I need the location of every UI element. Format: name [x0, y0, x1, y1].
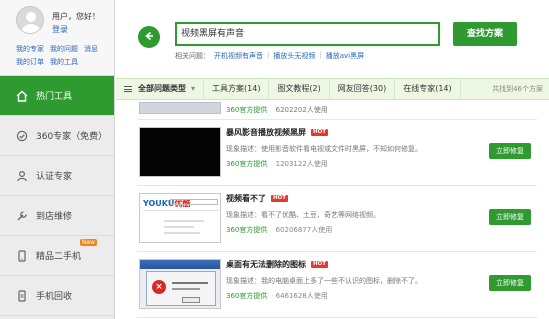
tab-all-types[interactable]: 全部问题类型 ▾: [116, 78, 205, 100]
tab-tutorials[interactable]: 图文教程(2): [269, 78, 330, 100]
list-item: YOUKU优酷 视频看不了 HOT 现象描述：看不了优酷、土豆、奇艺等网络视频。…: [137, 186, 537, 252]
certified-user-icon: [16, 170, 28, 182]
sidebar-item-store-repair[interactable]: 到店维修: [0, 196, 114, 236]
result-thumbnail[interactable]: [139, 127, 221, 177]
sidebar-item-label: 热门工具: [36, 92, 73, 102]
result-count: 共找到46个方案: [492, 85, 543, 93]
sidebar-item-hot-tools[interactable]: 热门工具: [0, 76, 114, 116]
result-info: 桌面有无法删除的图标 HOT 现象描述：我的电脑桌面上多了一些不认识的图标，删除…: [226, 259, 486, 301]
result-meta: 360官方提供 6461628人使用: [226, 291, 486, 301]
my-orders-link[interactable]: 我的订单: [16, 57, 44, 67]
back-button[interactable]: [138, 26, 160, 48]
result-meta: 360官方提供 60206877人使用: [226, 225, 486, 235]
result-source: 360官方提供: [226, 226, 268, 234]
result-title[interactable]: 视频看不了 HOT: [226, 193, 486, 204]
left-sidebar: 用户，您好！ 登录 我的专家 我的问题 消息 我的订单 我的工具 热门工具 36…: [0, 0, 115, 319]
expert-icon: [16, 130, 28, 142]
result-source: 360官方提供: [226, 106, 268, 114]
separator: |: [267, 51, 270, 59]
list-item: 暴风影音播放视频黑屏 HOT 现象描述：使用影音软件看电视或文件时黑屏，不知如何…: [137, 120, 537, 186]
sidebar-item-label: 精品二手机: [36, 252, 82, 262]
fix-now-button[interactable]: 立即修复: [489, 143, 531, 159]
hot-badge: HOT: [271, 195, 289, 202]
result-info: 暴风影音播放视频黑屏 HOT 现象描述：使用影音软件看电视或文件时黑屏，不知如何…: [226, 127, 486, 169]
sidebar-item-certified[interactable]: 认证专家: [0, 156, 114, 196]
sidebar-item-label: 手机回收: [36, 292, 73, 302]
fix-now-button[interactable]: 立即修复: [489, 275, 531, 291]
login-link[interactable]: 登录: [52, 24, 68, 35]
separator: |: [319, 51, 322, 59]
result-uses: 1203122人使用: [275, 160, 328, 168]
list-icon: [124, 86, 132, 92]
my-questions-link[interactable]: 我的问题: [50, 44, 78, 54]
results-list: 360官方提供 6202202人使用 暴风影音播放视频黑屏 HOT 现象描述：使…: [137, 102, 537, 319]
result-description: 现象描述：看不了优酷、土豆、奇艺等网络视频。: [226, 211, 380, 219]
user-greeting: 用户，您好！: [52, 12, 100, 21]
home-icon: [16, 90, 28, 102]
hot-badge: HOT: [311, 261, 329, 268]
result-thumbnail: [139, 102, 221, 114]
phone-icon: [16, 249, 28, 262]
chevron-down-icon: ▾: [191, 84, 196, 93]
related-link[interactable]: 播放avi黑屏: [326, 51, 364, 61]
tab-tool-solutions[interactable]: 工具方案(14): [204, 78, 270, 100]
user-links-row2: 我的订单 我的工具: [16, 57, 78, 67]
search-input[interactable]: 视频黑屏有声音: [175, 22, 440, 46]
arrow-left-icon: [143, 30, 155, 45]
search-area: 视频黑屏有声音 查找方案 相关问题： 开机视频有声音 | 播放头无视频 | 播放…: [116, 0, 549, 75]
sidebar-item-360-expert[interactable]: 360专家（免费）: [0, 116, 114, 156]
tools-icon: [16, 210, 28, 222]
my-tools-link[interactable]: 我的工具: [50, 57, 78, 67]
result-title-text: 视频看不了: [226, 194, 266, 203]
avatar[interactable]: [16, 6, 44, 34]
sidebar-item-used-phones[interactable]: 精品二手机 New: [0, 236, 114, 276]
recycle-icon: [16, 289, 28, 302]
sidebar-item-label: 认证专家: [36, 172, 73, 182]
sidebar-item-phone-recycle[interactable]: 手机回收: [0, 276, 114, 316]
tab-online-experts[interactable]: 在线专家(14): [395, 78, 461, 100]
find-solution-button[interactable]: 查找方案: [453, 22, 517, 46]
list-item: × 桌面有无法删除的图标 HOT 现象描述：我的电脑桌面上多了一些不认识的图标，…: [137, 252, 537, 318]
new-badge: New: [80, 239, 98, 246]
result-thumbnail[interactable]: YOUKU优酷: [139, 193, 221, 243]
filter-tabs: 全部问题类型 ▾ 工具方案(14) 图文教程(2) 网友回答(30) 在线专家(…: [116, 78, 549, 100]
result-title-text: 暴风影音播放视频黑屏: [226, 128, 306, 137]
user-links-row1: 我的专家 我的问题 消息: [16, 44, 98, 54]
result-description: 现象描述：我的电脑桌面上多了一些不认识的图标，删除不了。: [226, 277, 422, 285]
related-label: 相关问题：: [175, 52, 210, 60]
result-title[interactable]: 桌面有无法删除的图标 HOT: [226, 259, 486, 270]
messages-link[interactable]: 消息: [84, 44, 98, 54]
related-link[interactable]: 播放头无视频: [273, 51, 315, 61]
result-uses: 60206877人使用: [275, 226, 333, 234]
sidebar-item-label: 到店维修: [36, 212, 73, 222]
result-meta: 360官方提供 6202202人使用: [226, 105, 328, 115]
result-description: 现象描述：使用影音软件看电视或文件时黑屏，不知如何修复。: [226, 145, 422, 153]
result-source: 360官方提供: [226, 292, 268, 300]
result-thumbnail[interactable]: ×: [139, 259, 221, 309]
result-uses: 6461628人使用: [275, 292, 328, 300]
my-experts-link[interactable]: 我的专家: [16, 44, 44, 54]
user-panel: 用户，您好！ 登录 我的专家 我的问题 消息 我的订单 我的工具: [0, 0, 114, 76]
tab-label: 全部问题类型: [138, 84, 186, 93]
list-item: 360官方提供 6202202人使用: [137, 102, 537, 120]
result-info: 视频看不了 HOT 现象描述：看不了优酷、土豆、奇艺等网络视频。 360官方提供…: [226, 193, 486, 235]
hot-badge: HOT: [311, 129, 329, 136]
result-title-text: 桌面有无法删除的图标: [226, 260, 306, 269]
result-meta: 360官方提供 1203122人使用: [226, 159, 486, 169]
result-uses: 6202202人使用: [275, 106, 328, 114]
tab-user-answers[interactable]: 网友回答(30): [330, 78, 396, 100]
result-source: 360官方提供: [226, 160, 268, 168]
error-icon: ×: [152, 280, 166, 294]
related-link[interactable]: 开机视频有声音: [214, 51, 263, 61]
related-questions: 相关问题： 开机视频有声音 | 播放头无视频 | 播放avi黑屏: [175, 51, 364, 61]
sidebar-item-label: 360专家（免费）: [36, 132, 108, 142]
result-title[interactable]: 暴风影音播放视频黑屏 HOT: [226, 127, 486, 138]
fix-now-button[interactable]: 立即修复: [489, 209, 531, 225]
